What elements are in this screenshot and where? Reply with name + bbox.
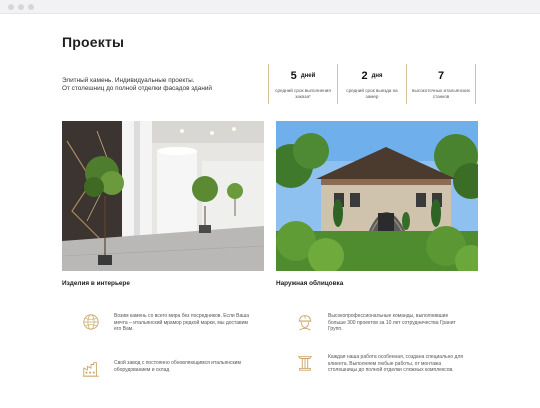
interior-photo-image [62,121,264,271]
feature-item: Каждая наша работа особенная, создана сп… [296,354,466,384]
intro-line: Элитный камень. Индивидуальные проекты. [62,77,195,84]
feature-text: Высокопрофессиональные команды, выполнив… [328,313,456,333]
window-titlebar [0,0,540,14]
feature-text: Свой завод с постоянно обновляющимся ита… [114,360,241,373]
intro-line: От столешниц до полной отделки фасадов з… [62,85,212,92]
stat-machines: 7 высокоточных итальянских станков [406,64,476,104]
stat-value: 5 [290,70,297,82]
project-caption-interior: Изделия в интерьере [62,280,130,287]
window-maximize-dot[interactable] [28,4,34,10]
stat-measure-time: 2 дня средний срок выезда на замер [337,64,406,104]
feature-item: Возим камень со всего мира без посредник… [82,313,252,343]
feature-item: Высокопрофессиональные команды, выполнив… [296,313,466,343]
stat-value: 2 [361,70,368,82]
feature-text: Каждая наша работа особенная, создана сп… [328,354,464,374]
window-close-dot[interactable] [8,4,14,10]
stat-label: высокоточных итальянских станков [412,88,470,99]
worker-helmet-icon [298,315,312,331]
project-caption-exterior: Наружная облицовка [276,280,344,287]
exterior-project-photo[interactable] [276,121,478,271]
browser-window: Проекты Элитный камень. Индивидуальные п… [0,0,540,408]
interior-project-photo[interactable] [62,121,264,271]
globe-icon [83,314,99,330]
stat-unit: дня [371,73,383,79]
intro-text: Элитный камень. Индивидуальные проекты. … [62,77,272,93]
stat-label: средний срок выполнения заказа* [275,88,331,99]
stat-label: средний срок выезда на замер [346,88,398,99]
stats-panel: 5 дней средний срок выполнения заказа* 2… [268,64,476,104]
factory-icon [82,362,100,377]
feature-item: Свой завод с постоянно обновляющимся ита… [82,360,252,390]
exterior-photo-image [276,121,478,271]
stat-unit: дней [300,73,316,79]
feature-text: Возим камень со всего мира без посредник… [114,313,250,333]
stat-value: 7 [437,70,445,82]
window-minimize-dot[interactable] [18,4,24,10]
stat-order-time: 5 дней средний срок выполнения заказа* [268,64,337,104]
page-title: Проекты [62,34,125,50]
column-icon [297,356,313,371]
